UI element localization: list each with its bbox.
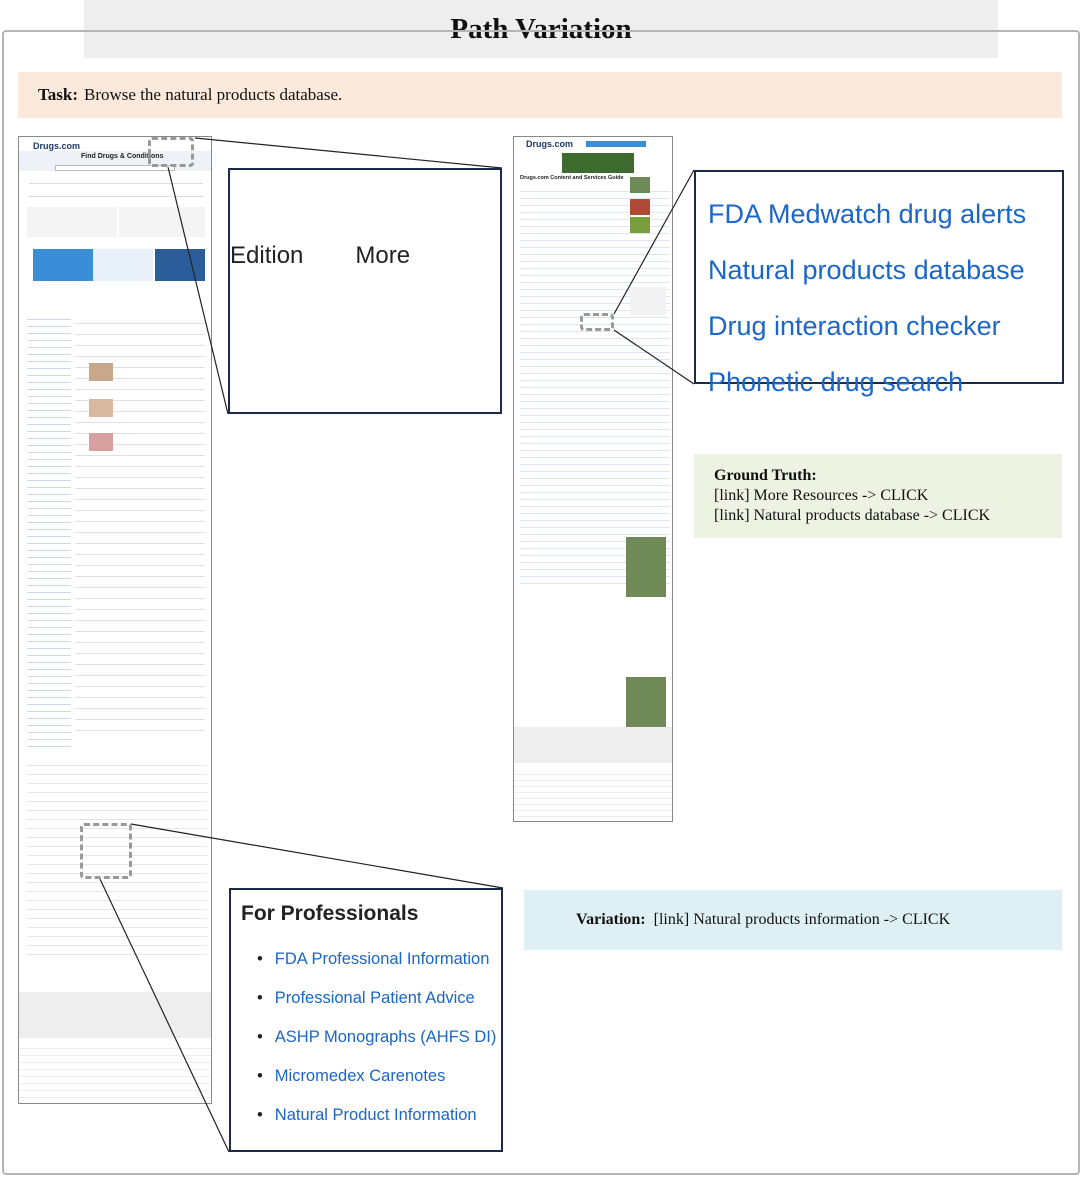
list-item[interactable]: ASHP Monographs (AHFS DI): [241, 1018, 497, 1057]
variation-text: [link] Natural products information -> C…: [653, 911, 951, 928]
nav-edition-link[interactable]: Edition: [230, 242, 303, 270]
nav-more-link[interactable]: More: [355, 242, 410, 270]
callout-nav-zoom: Edition More: [228, 168, 502, 414]
list-item[interactable]: FDA Professional Information: [241, 940, 491, 979]
list-item[interactable]: Professional Patient Advice: [241, 979, 491, 1018]
phonetic-drug-search-link[interactable]: Phonetic drug search: [708, 354, 1062, 410]
ground-truth-step: [link] More Resources -> CLICK: [714, 487, 929, 504]
list-item[interactable]: Micromedex Carenotes: [241, 1057, 491, 1096]
callout-professionals-zoom: For Professionals FDA Professional Infor…: [229, 888, 503, 1152]
natural-products-database-link[interactable]: Natural products database: [708, 242, 1062, 298]
professionals-list: FDA Professional Information Professiona…: [241, 940, 497, 1135]
drug-interaction-checker-link[interactable]: Drug interaction checker: [708, 298, 1062, 354]
callout-resources-zoom: FDA Medwatch drug alerts Natural product…: [694, 170, 1064, 397]
variation-label: Variation:: [576, 911, 646, 928]
ground-truth-box: Ground Truth: [link] More Resources -> C…: [694, 454, 1062, 538]
ground-truth-step: [link] Natural products database -> CLIC…: [714, 507, 991, 524]
fda-medwatch-link[interactable]: FDA Medwatch drug alerts: [708, 186, 1062, 242]
natural-product-information-link[interactable]: Natural Product Information: [241, 1096, 491, 1135]
ground-truth-label: Ground Truth:: [714, 467, 817, 484]
professionals-heading: For Professionals: [241, 902, 419, 925]
variation-box: Variation: [link] Natural products infor…: [524, 890, 1062, 950]
